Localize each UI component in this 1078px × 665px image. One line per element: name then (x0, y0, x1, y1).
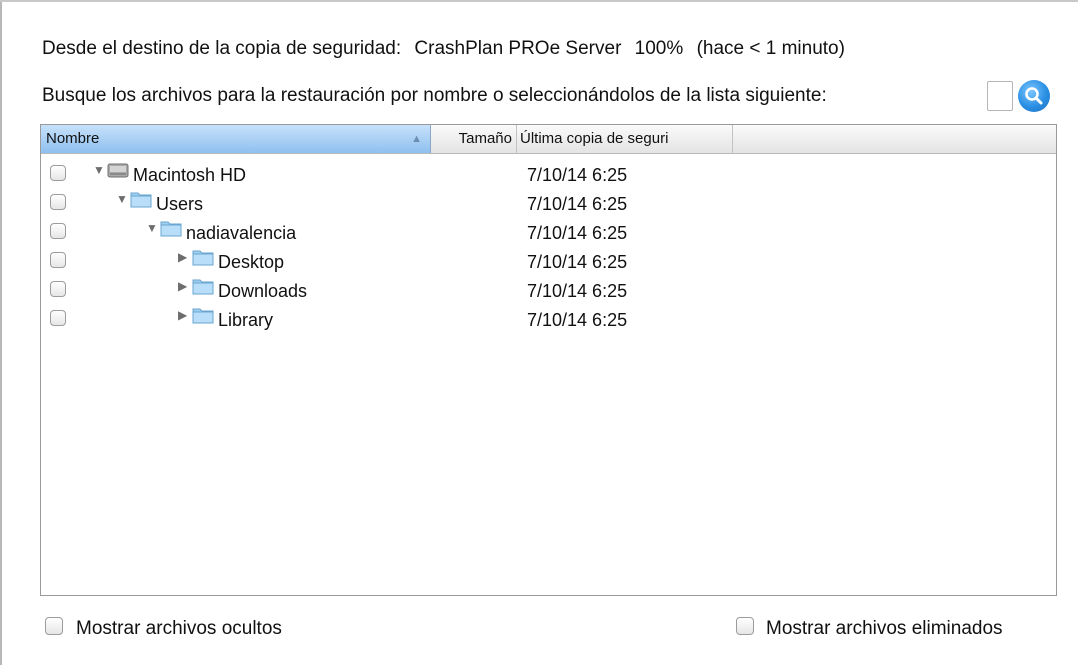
source-time: (hace < 1 minuto) (696, 38, 845, 59)
row-checkbox[interactable] (50, 165, 66, 181)
source-destination: CrashPlan PROe Server (414, 38, 622, 59)
folder-icon (160, 218, 182, 238)
column-name-label: Nombre (46, 130, 100, 147)
column-header-size[interactable]: Tamaño (431, 125, 517, 153)
row-checkbox[interactable] (50, 252, 66, 268)
disclosure-collapsed-icon[interactable]: ▶ (178, 279, 187, 293)
row-checkbox[interactable] (50, 223, 66, 239)
table-row[interactable]: ▼ Macintosh HD 7/10/14 6:25 (41, 159, 1056, 188)
row-last-backup: 7/10/14 6:25 (527, 165, 628, 185)
show-hidden-checkbox[interactable] (45, 617, 63, 635)
search-prompt: Busque los archivos para la restauración… (42, 85, 827, 106)
show-deleted-checkbox[interactable] (736, 617, 754, 635)
search-input[interactable] (987, 81, 1013, 111)
table-row[interactable]: ▼ nadiavalencia 7/10/14 6:25 (41, 217, 1056, 246)
folder-icon (192, 276, 214, 296)
row-last-backup: 7/10/14 6:25 (527, 223, 628, 243)
disclosure-collapsed-icon[interactable]: ▶ (178, 250, 187, 264)
disclosure-expanded-icon[interactable]: ▼ (116, 192, 128, 206)
table-row[interactable]: ▶ Downloads 7/10/14 6:25 (41, 275, 1056, 304)
hard-drive-icon (107, 160, 129, 180)
folder-icon (192, 247, 214, 267)
row-name: nadiavalencia (186, 223, 297, 243)
row-name: Library (218, 310, 274, 330)
disclosure-expanded-icon[interactable]: ▼ (146, 221, 158, 235)
folder-icon (130, 189, 152, 209)
row-last-backup: 7/10/14 6:25 (527, 194, 628, 214)
row-last-backup: 7/10/14 6:25 (527, 252, 628, 272)
table-row[interactable]: ▼ Users 7/10/14 6:25 (41, 188, 1056, 217)
sort-ascending-icon: ▲ (411, 133, 422, 145)
table-row[interactable]: ▶ Desktop 7/10/14 6:25 (41, 246, 1056, 275)
backup-source-line: Desde el destino de la copia de segurida… (42, 38, 853, 60)
column-header-last-backup[interactable]: Última copia de seguri (517, 125, 733, 153)
folder-icon (192, 305, 214, 325)
row-checkbox[interactable] (50, 194, 66, 210)
row-name: Desktop (218, 252, 285, 272)
row-last-backup: 7/10/14 6:25 (527, 281, 628, 301)
search-icon (1025, 87, 1043, 105)
row-last-backup: 7/10/14 6:25 (527, 310, 628, 330)
table-header: Nombre ▲ Tamaño Última copia de seguri (41, 125, 1056, 154)
file-browser-table: Nombre ▲ Tamaño Última copia de seguri ▼… (40, 124, 1057, 596)
disclosure-expanded-icon[interactable]: ▼ (93, 163, 105, 177)
search-button[interactable] (1018, 80, 1050, 112)
row-name: Downloads (218, 281, 308, 301)
row-checkbox[interactable] (50, 310, 66, 326)
column-header-name[interactable]: Nombre ▲ (41, 125, 431, 153)
source-label: Desde el destino de la copia de segurida… (42, 38, 402, 59)
source-percent: 100% (634, 38, 684, 59)
table-row[interactable]: ▶ Library 7/10/14 6:25 (41, 304, 1056, 333)
show-hidden-label[interactable]: Mostrar archivos ocultos (76, 618, 282, 640)
window-top-edge (0, 0, 1078, 2)
disclosure-collapsed-icon[interactable]: ▶ (178, 308, 187, 322)
row-name: Users (156, 194, 204, 214)
window-left-edge (0, 0, 2, 665)
row-checkbox[interactable] (50, 281, 66, 297)
show-deleted-label[interactable]: Mostrar archivos eliminados (766, 618, 1003, 640)
row-name: Macintosh HD (133, 165, 247, 185)
